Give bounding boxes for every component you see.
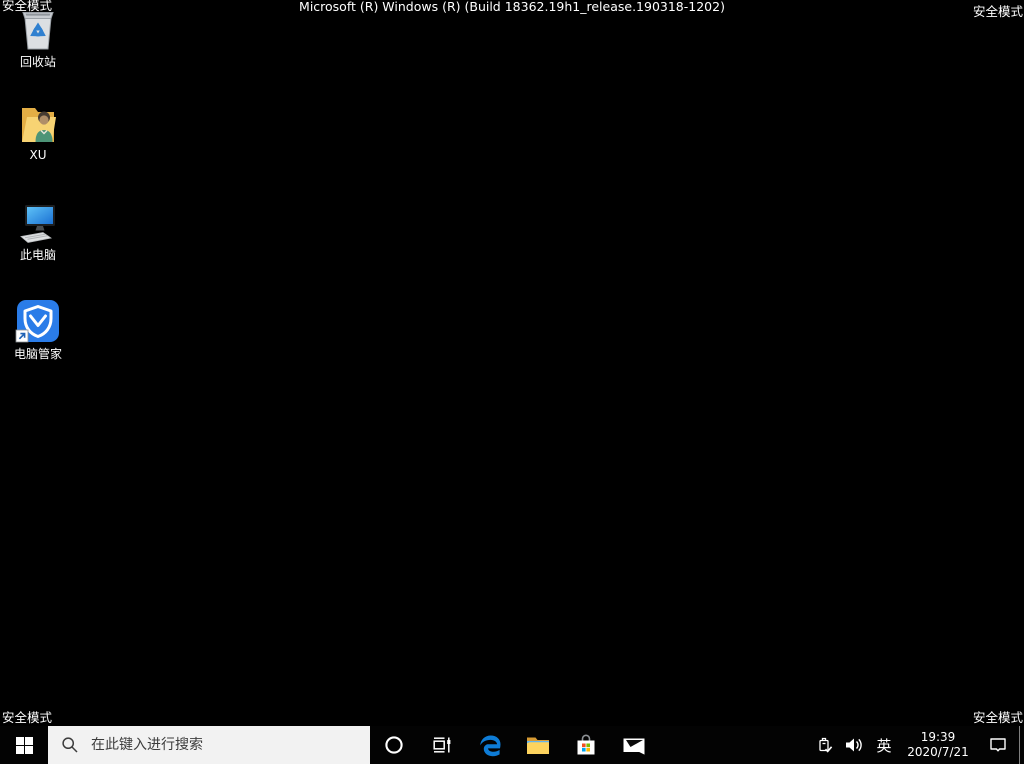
file-explorer-icon bbox=[527, 737, 549, 754]
safe-mode-label-bottom-left: 安全模式 bbox=[2, 710, 53, 725]
windows-build-banner: Microsoft (R) Windows (R) (Build 18362.1… bbox=[299, 0, 725, 14]
pc-manager-shield-icon bbox=[15, 300, 59, 343]
taskbar-search-box[interactable] bbox=[48, 726, 370, 764]
clock-date: 2020/7/21 bbox=[907, 745, 969, 759]
edge-icon bbox=[480, 735, 501, 757]
show-desktop-button[interactable] bbox=[1019, 726, 1024, 764]
input-method-indicator[interactable]: 英 bbox=[869, 726, 899, 764]
clock[interactable]: 19:39 2020/7/21 bbox=[899, 726, 977, 764]
this-pc-icon bbox=[20, 205, 55, 243]
clock-time: 19:39 bbox=[920, 730, 956, 744]
windows-logo-icon bbox=[15, 736, 33, 754]
store-icon bbox=[577, 734, 595, 755]
cortana-icon bbox=[385, 736, 403, 754]
mail-button[interactable] bbox=[610, 726, 658, 764]
edge-button[interactable] bbox=[466, 726, 514, 764]
desktop-icon-label: XU bbox=[29, 148, 47, 162]
action-center-button[interactable] bbox=[977, 726, 1019, 764]
cortana-button[interactable] bbox=[370, 726, 418, 764]
volume-button[interactable] bbox=[838, 726, 869, 764]
volume-icon bbox=[845, 738, 862, 752]
task-view-button[interactable] bbox=[418, 726, 466, 764]
desktop-icon-pc-manager[interactable]: 电脑管家 bbox=[0, 297, 76, 361]
start-button[interactable] bbox=[0, 726, 48, 764]
recycle-bin-icon bbox=[22, 12, 54, 50]
search-icon bbox=[62, 737, 78, 753]
action-center-icon bbox=[990, 738, 1006, 752]
desktop-icon-label: 电脑管家 bbox=[13, 347, 62, 361]
safe-mode-label-bottom-right: 安全模式 bbox=[972, 710, 1023, 725]
system-tray: 英 19:39 2020/7/21 bbox=[811, 726, 1024, 764]
usb-safely-remove-icon bbox=[818, 737, 832, 753]
task-view-icon bbox=[433, 737, 451, 753]
usb-safely-remove-button[interactable] bbox=[811, 726, 838, 764]
desktop-icon-label: 回收站 bbox=[19, 55, 56, 69]
desktop-icon-recycle-bin[interactable]: 回收站 bbox=[0, 5, 76, 69]
input-method-label: 英 bbox=[876, 736, 892, 755]
search-input[interactable] bbox=[89, 736, 370, 754]
desktop-icon-label: 此电脑 bbox=[19, 248, 56, 262]
user-folder-icon bbox=[22, 108, 56, 142]
taskbar: 英 19:39 2020/7/21 bbox=[0, 726, 1024, 764]
shortcut-arrow-overlay-icon bbox=[15, 329, 29, 343]
desktop-icon-user-folder[interactable]: XU bbox=[0, 98, 76, 162]
desktop-icon-this-pc[interactable]: 此电脑 bbox=[0, 198, 76, 262]
store-button[interactable] bbox=[562, 726, 610, 764]
mail-icon bbox=[623, 738, 645, 755]
file-explorer-button[interactable] bbox=[514, 726, 562, 764]
